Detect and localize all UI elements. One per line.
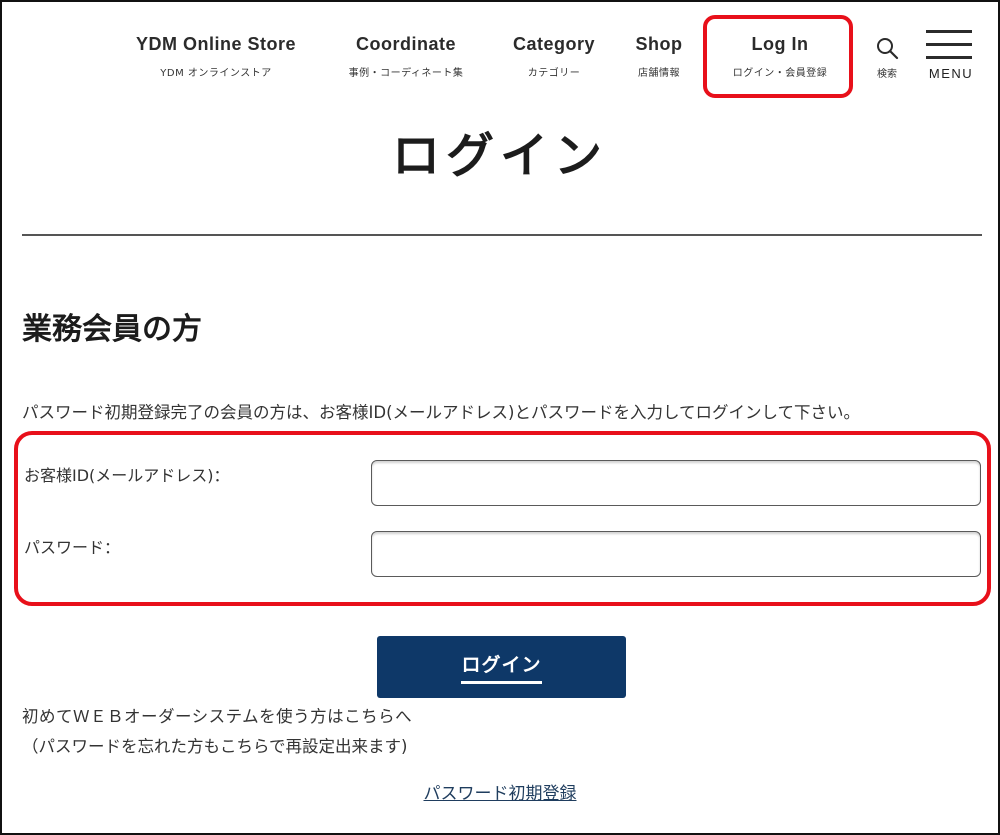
nav-coordinate-label: Coordinate bbox=[355, 34, 456, 54]
form-highlight bbox=[14, 431, 991, 606]
password-label: パスワード： bbox=[24, 538, 121, 557]
initial-password-registration-link[interactable]: パスワード初期登録 bbox=[424, 784, 577, 804]
nav-category-label: Category bbox=[512, 34, 596, 54]
nav-category[interactable]: Category カテゴリー bbox=[500, 34, 608, 79]
divider bbox=[22, 234, 982, 236]
nav-coordinate[interactable]: Coordinate 事例・コーディネート集 bbox=[330, 34, 482, 79]
menu-button[interactable]: MENU bbox=[926, 30, 976, 81]
nav-online-store[interactable]: YDM Online Store YDM オンラインストア bbox=[126, 34, 306, 79]
page-title: ログイン bbox=[391, 128, 608, 184]
nav-online-store-label: YDM Online Store bbox=[135, 34, 296, 54]
login-button-label: ログイン bbox=[461, 650, 542, 684]
search-label: 検索 bbox=[877, 69, 897, 80]
first-time-info: 初めてＷＥＢオーダーシステムを使う方はこちらへ bbox=[22, 707, 413, 726]
nav-login-label: Log In bbox=[751, 34, 809, 54]
password-reset-info: （パスワードを忘れた方もこちらで再設定出来ます) bbox=[22, 737, 408, 756]
nav-category-sublabel: カテゴリー bbox=[527, 68, 581, 79]
nav-shop-sublabel: 店舗情報 bbox=[638, 68, 680, 79]
menu-label: MENU bbox=[928, 66, 974, 81]
nav-shop-label: Shop bbox=[635, 34, 683, 54]
nav-login[interactable]: Log In ログイン・会員登録 bbox=[718, 34, 842, 79]
hamburger-icon bbox=[926, 30, 976, 59]
password-input[interactable] bbox=[371, 531, 981, 577]
nav-coordinate-sublabel: 事例・コーディネート集 bbox=[348, 68, 464, 79]
nav-login-sublabel: ログイン・会員登録 bbox=[732, 68, 828, 79]
nav-shop[interactable]: Shop 店舗情報 bbox=[626, 34, 692, 79]
email-input[interactable] bbox=[371, 460, 981, 506]
search-button[interactable]: 検索 bbox=[872, 36, 902, 80]
email-label: お客様ID(メールアドレス)： bbox=[24, 466, 230, 485]
register-link-container: パスワード初期登録 bbox=[0, 779, 1000, 804]
instructions-text: パスワード初期登録完了の会員の方は、お客様ID(メールアドレス)とパスワードを入… bbox=[22, 403, 860, 422]
login-button[interactable]: ログイン bbox=[377, 636, 626, 698]
search-icon bbox=[877, 38, 899, 60]
section-title: 業務会員の方 bbox=[22, 312, 202, 347]
nav-online-store-sublabel: YDM オンラインストア bbox=[160, 68, 272, 79]
